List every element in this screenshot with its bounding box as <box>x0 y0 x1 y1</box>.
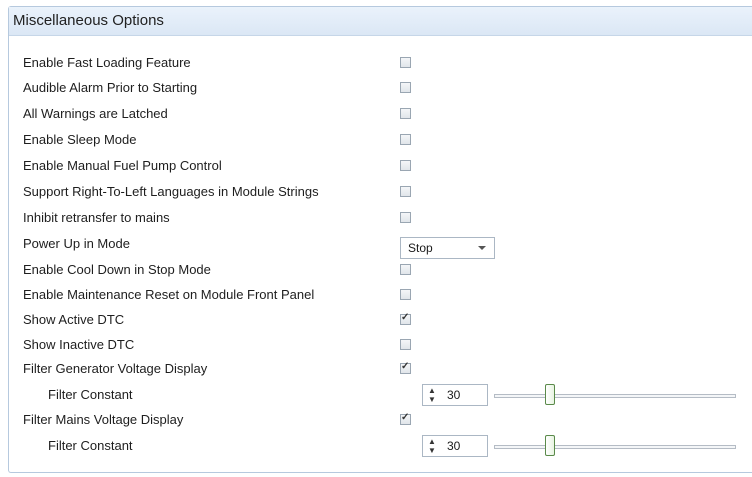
label-warnings-latched: All Warnings are Latched <box>23 106 168 121</box>
checkbox-filter-mains-voltage[interactable] <box>400 412 411 425</box>
label-manual-fuel-pump: Enable Manual Fuel Pump Control <box>23 158 222 173</box>
checkbox-inhibit-retransfer[interactable] <box>400 212 411 223</box>
label-show-active-dtc: Show Active DTC <box>23 312 125 327</box>
checkbox-filter-generator-voltage[interactable] <box>400 361 411 374</box>
filter-constant-generator-spinner[interactable]: ▲ ▼ 30 <box>422 384 488 406</box>
checkbox-audible-alarm[interactable] <box>400 82 411 93</box>
checkbox-manual-fuel-pump[interactable] <box>400 160 411 171</box>
label-show-inactive-dtc: Show Inactive DTC <box>23 337 135 352</box>
label-rtl-languages: Support Right-To-Left Languages in Modul… <box>23 184 319 199</box>
filter-constant-mains-spinner[interactable]: ▲ ▼ 30 <box>422 435 488 457</box>
filter-constant-generator-slider-thumb[interactable] <box>545 384 556 405</box>
checkbox-sleep-mode[interactable] <box>400 134 411 145</box>
filter-constant-mains-slider[interactable] <box>494 445 736 449</box>
chevron-down-icon <box>478 246 486 250</box>
checkbox-maintenance-reset[interactable] <box>400 289 411 300</box>
spin-arrows-icon[interactable]: ▲ ▼ <box>428 437 436 455</box>
panel-title: Miscellaneous Options <box>9 7 752 36</box>
label-sleep-mode: Enable Sleep Mode <box>23 132 137 147</box>
checkbox-cool-down-stop[interactable] <box>400 264 411 275</box>
filter-constant-mains-slider-thumb[interactable] <box>545 435 556 456</box>
label-maintenance-reset: Enable Maintenance Reset on Module Front… <box>23 287 315 302</box>
label-filter-mains-voltage: Filter Mains Voltage Display <box>23 412 184 427</box>
filter-constant-mains-value: 30 <box>447 439 461 453</box>
label-cool-down-stop: Enable Cool Down in Stop Mode <box>23 262 211 277</box>
label-filter-generator-voltage: Filter Generator Voltage Display <box>23 361 208 376</box>
label-filter-constant-mains: Filter Constant <box>48 438 133 453</box>
filter-constant-generator-slider[interactable] <box>494 394 736 398</box>
power-up-mode-value: Stop <box>408 241 433 255</box>
checkbox-show-active-dtc[interactable] <box>400 312 411 325</box>
label-filter-constant-generator: Filter Constant <box>48 387 133 402</box>
filter-constant-generator-value: 30 <box>447 388 461 402</box>
label-power-up-mode: Power Up in Mode <box>23 236 130 251</box>
checkbox-warnings-latched[interactable] <box>400 108 411 119</box>
checkbox-fast-loading[interactable] <box>400 57 411 68</box>
checkbox-rtl-languages[interactable] <box>400 186 411 197</box>
label-fast-loading: Enable Fast Loading Feature <box>23 55 191 70</box>
spin-arrows-icon[interactable]: ▲ ▼ <box>428 386 436 404</box>
power-up-mode-select[interactable]: Stop <box>400 237 495 259</box>
label-inhibit-retransfer: Inhibit retransfer to mains <box>23 210 170 225</box>
checkbox-show-inactive-dtc[interactable] <box>400 339 411 350</box>
label-audible-alarm: Audible Alarm Prior to Starting <box>23 80 198 95</box>
